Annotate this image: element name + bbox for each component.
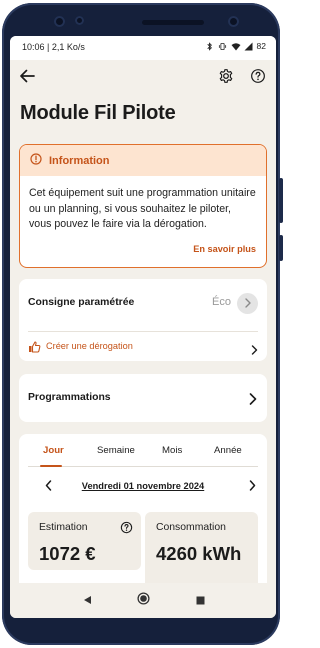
front-camera (54, 16, 65, 27)
square-recents-icon (196, 592, 205, 610)
volume-button (279, 178, 283, 223)
tab-jour[interactable]: Jour (43, 445, 64, 456)
estimation-label: Estimation (39, 522, 88, 533)
question-circle-icon[interactable] (120, 521, 133, 539)
nav-home-button[interactable] (133, 591, 153, 611)
phone-frame: 10:06 | 2,1 Ko/s 82 Module Fil Pilote In… (2, 3, 283, 645)
system-nav-bar (10, 583, 276, 618)
settings-button[interactable] (216, 68, 236, 88)
programmations-row[interactable]: Programmations (19, 374, 267, 422)
back-button[interactable] (17, 68, 37, 88)
arrow-left-icon (19, 69, 35, 88)
estimation-tile: Estimation 1072 € (28, 512, 141, 570)
gear-icon (218, 68, 234, 89)
status-time: 10:06 | 2,1 Ko/s (22, 42, 85, 52)
status-bar: 10:06 | 2,1 Ko/s 82 (10, 36, 276, 60)
circle-home-icon (136, 592, 150, 610)
current-date[interactable]: Vendredi 01 novembre 2024 (19, 481, 267, 491)
screen: 10:06 | 2,1 Ko/s 82 Module Fil Pilote In… (10, 36, 276, 618)
triangle-back-icon (83, 592, 92, 610)
tab-annee[interactable]: Année (214, 445, 242, 456)
learn-more-link[interactable]: En savoir plus (193, 244, 256, 254)
derogation-hand-icon (28, 340, 41, 358)
app-bar (10, 60, 276, 96)
power-button (279, 235, 283, 261)
vibrate-icon (218, 42, 227, 51)
battery-level: 82 (256, 41, 266, 51)
info-circle-icon (30, 152, 42, 170)
chevron-right-icon (249, 392, 257, 410)
info-header: Information (20, 145, 266, 176)
sensor (75, 16, 84, 25)
wifi-icon (231, 42, 241, 51)
tab-semaine[interactable]: Semaine (97, 445, 135, 456)
earpiece-speaker (142, 20, 204, 25)
help-button[interactable] (248, 68, 268, 88)
consigne-card: Consigne paramétrée Éco Créer une déroga… (19, 279, 267, 361)
create-derogation-label: Créer une dérogation (46, 341, 133, 351)
date-selector: Vendredi 01 novembre 2024 (19, 475, 267, 499)
info-card: Information Cet équipement suit une prog… (19, 144, 267, 268)
front-camera-2 (228, 16, 239, 27)
camera-bar (32, 13, 252, 31)
chevron-right-icon (249, 478, 256, 496)
signal-icon (244, 42, 253, 51)
consigne-value: Éco (212, 296, 231, 308)
nav-recents-button[interactable] (190, 591, 210, 611)
bluetooth-icon (205, 41, 214, 51)
tab-mois[interactable]: Mois (162, 445, 182, 456)
period-tabs: Jour Semaine Mois Année (28, 434, 258, 467)
nav-back-button[interactable] (77, 591, 97, 611)
question-circle-icon (250, 68, 266, 89)
status-icons: 82 (205, 41, 266, 51)
consigne-arrow-button[interactable] (237, 293, 258, 314)
consommation-label: Consommation (156, 522, 226, 533)
programmations-label: Programmations (28, 392, 111, 403)
next-date-button[interactable] (244, 478, 260, 496)
info-text: Cet équipement suit une programmation un… (29, 187, 256, 230)
chevron-right-icon (244, 295, 252, 313)
info-title: Information (49, 154, 110, 167)
consommation-value: 4260 kWh (156, 543, 242, 564)
consigne-row[interactable]: Consigne paramétrée Éco (19, 279, 267, 327)
active-tab-indicator (40, 464, 62, 467)
create-derogation-row[interactable]: Créer une dérogation (19, 332, 267, 361)
consigne-label: Consigne paramétrée (28, 297, 135, 308)
page-title: Module Fil Pilote (20, 102, 176, 124)
estimation-value: 1072 € (39, 543, 96, 564)
chevron-right-icon (251, 342, 258, 360)
